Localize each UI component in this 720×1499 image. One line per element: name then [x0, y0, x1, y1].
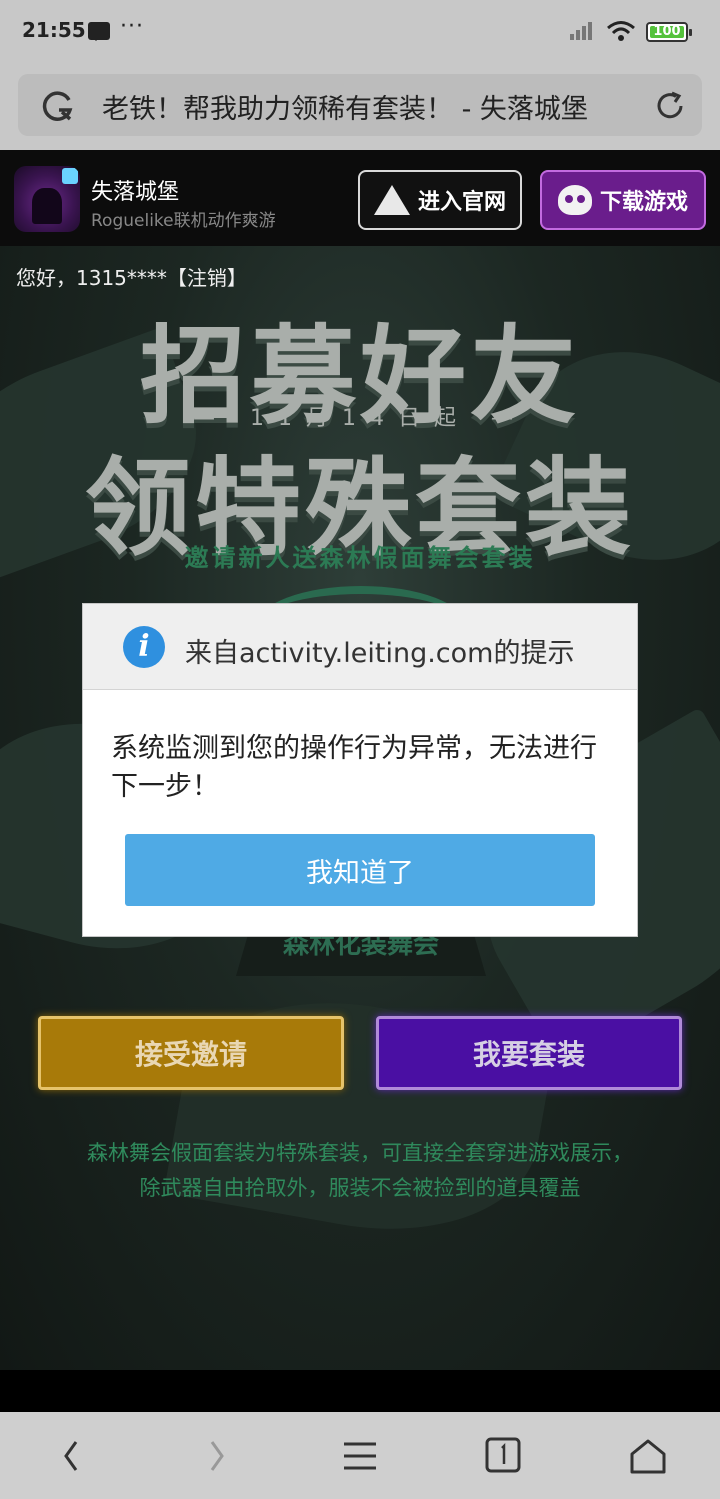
app-header: 失落城堡 Roguelike联机动作爽游 进入官网 下载游戏 [0, 150, 720, 246]
user-greeting: 您好，1315****【注销】 [16, 262, 247, 291]
menu-icon[interactable] [338, 1434, 382, 1478]
battery-level: 100 [653, 24, 681, 39]
get-suit-button[interactable]: 我要套装 [376, 1016, 682, 1090]
home-icon[interactable] [626, 1434, 670, 1478]
status-time: 21:55 [22, 18, 86, 42]
event-description: 森林舞会假面套装为特殊套装，可直接全套穿进游戏展示， 除武器自由拾取外，服装不会… [0, 1136, 720, 1206]
browser-toolbar: 老铁！帮我助力领稀有套装！ - 失落城堡 [0, 62, 720, 150]
address-bar[interactable]: 老铁！帮我助力领稀有套装！ - 失落城堡 [18, 74, 702, 136]
message-icon [88, 22, 110, 41]
refresh-icon[interactable] [654, 90, 686, 122]
skull-icon [557, 185, 592, 215]
app-name: 失落城堡 [91, 180, 180, 205]
logout-link[interactable]: 【注销】 [167, 266, 247, 290]
official-site-button[interactable]: 进入官网 [358, 170, 522, 230]
page-bottom-spacer [0, 1370, 720, 1412]
accept-invite-button[interactable]: 接受邀请 [38, 1016, 344, 1090]
greeting-text: 您好，1315**** [16, 266, 167, 290]
hero-subtitle: 邀请新人送森林假面舞会套装 [184, 544, 536, 572]
tent-icon [373, 185, 410, 215]
signal-icon [570, 22, 598, 40]
more-notifications-icon: ··· [120, 14, 144, 39]
app-tagline: Roguelike联机动作爽游 [91, 211, 276, 231]
official-site-label: 进入官网 [417, 190, 506, 215]
info-icon: i [123, 626, 165, 668]
battery-icon: 100 [646, 22, 692, 42]
dialog-header: i 来自activity.leiting.com的提示 [83, 604, 637, 690]
download-game-label: 下载游戏 [599, 190, 688, 215]
status-bar: 21:55 ··· 100 [0, 0, 720, 62]
description-line: 森林舞会假面套装为特殊套装，可直接全套穿进游戏展示， [87, 1141, 633, 1165]
description-line: 除武器自由拾取外，服装不会被捡到的道具覆盖 [139, 1176, 581, 1200]
dialog-ok-button[interactable]: 我知道了 [125, 834, 595, 906]
tabs-icon[interactable] [482, 1434, 526, 1478]
dialog-title: 来自activity.leiting.com的提示 [185, 638, 575, 669]
forward-icon[interactable] [194, 1434, 238, 1478]
browser-nav-bar [0, 1412, 720, 1499]
g-icon[interactable] [42, 90, 74, 122]
download-game-button[interactable]: 下载游戏 [540, 170, 706, 230]
wifi-icon [607, 21, 635, 41]
page-title[interactable]: 老铁！帮我助力领稀有套装！ - 失落城堡 [102, 87, 588, 126]
alert-dialog: i 来自activity.leiting.com的提示 系统监测到您的操作行为异… [82, 603, 638, 937]
back-icon[interactable] [50, 1434, 94, 1478]
app-logo [14, 166, 80, 232]
dialog-message: 系统监测到您的操作行为异常，无法进行下一步！ [111, 733, 597, 802]
